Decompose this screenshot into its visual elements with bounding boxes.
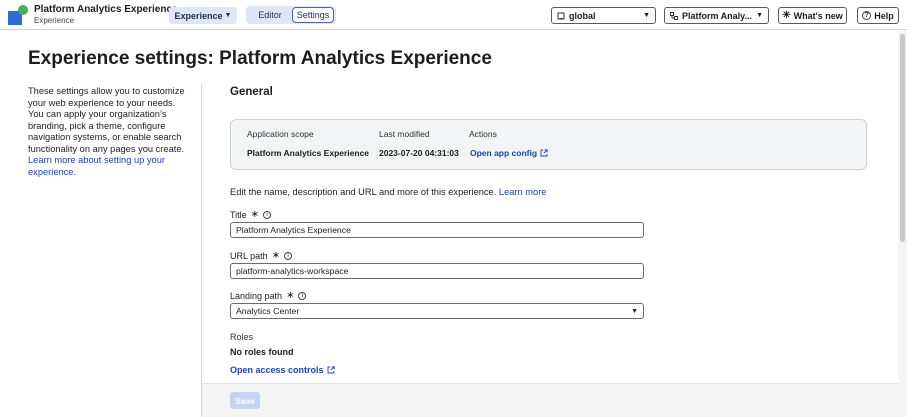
roles-label: Roles [230,332,254,342]
header-last-modified: Last modified [379,129,430,139]
landing-path-value: Analytics Center [236,306,300,316]
tab-editor[interactable]: Editor [250,7,290,23]
landing-path-label-text: Landing path [230,290,283,301]
app-select-value: Platform Analy... [682,10,753,21]
scope-select-value: global [569,10,596,21]
experience-menu-label: Experience [174,10,223,21]
external-link-icon [540,149,548,157]
page-description: These settings allow you to customize yo… [28,86,188,178]
description-text: These settings allow you to customize yo… [28,86,185,154]
edit-learn-more-link[interactable]: Learn more [499,187,547,197]
whats-new-button[interactable]: ✳ What's new [778,7,847,24]
required-icon: ∗ [250,209,260,220]
app-logo-icon [8,5,28,25]
title-label: Title ∗ i [230,209,272,220]
application-scope-value: Platform Analytics Experience [247,148,370,158]
url-path-label-text: URL path [230,250,268,261]
edit-instructions-text: Edit the name, description and URL and m… [230,187,497,197]
landing-path-select[interactable]: Analytics Center ▼ [230,303,644,319]
last-modified-value: 2023-07-20 04:31:03 [379,148,459,158]
help-label: Help [874,10,894,21]
external-link-icon [327,366,335,374]
app-subtitle: Experience [34,16,75,25]
whats-new-label: What's new [793,10,843,21]
url-path-label: URL path ∗ i [230,250,293,261]
app-title: Platform Analytics Experience [34,4,178,15]
title-input[interactable]: Platform Analytics Experience [230,222,644,238]
scope-icon [557,12,565,19]
save-button[interactable]: Save [230,392,260,409]
scrollbar-thumb[interactable] [900,34,905,242]
open-app-config-link[interactable]: Open app config [470,148,548,158]
landing-path-label: Landing path ∗ i [230,290,307,301]
caret-down-icon: ▼ [224,12,232,19]
info-icon[interactable]: i [298,291,307,300]
setup-learn-more-link[interactable]: Learn more about setting up your experie… [28,155,165,177]
page-title: Experience settings: Platform Analytics … [28,48,492,69]
info-icon[interactable]: i [284,251,293,260]
required-icon: ∗ [271,250,281,261]
help-button[interactable]: ? Help [857,7,899,24]
roles-value: No roles found [230,347,294,357]
open-access-controls-label: Open access controls [230,365,324,375]
column-divider [201,84,202,417]
open-access-controls-link[interactable]: Open access controls [230,365,335,375]
title-label-text: Title [230,209,247,220]
header-application-scope: Application scope [247,129,314,139]
app-info-card: Application scope Last modified Actions … [230,119,867,170]
chevron-down-icon: ▼ [643,12,650,19]
tab-settings[interactable]: Settings [292,7,334,23]
info-icon[interactable]: i [263,210,272,219]
required-icon: ∗ [286,290,295,301]
section-title-general: General [230,86,273,98]
sparkle-icon: ✳ [782,10,791,21]
caret-down-icon: ▼ [631,307,638,315]
top-bar: Platform Analytics Experience Experience… [0,0,907,30]
edit-instructions: Edit the name, description and URL and m… [230,187,546,197]
app-icon [670,11,678,20]
chevron-down-icon: ▼ [756,12,763,19]
open-app-config-label: Open app config [470,148,538,158]
scope-select[interactable]: global ▼ [551,7,656,24]
header-actions: Actions [469,129,497,139]
app-select[interactable]: Platform Analy... ▼ [664,7,769,24]
view-tabs: Editor Settings [246,6,336,24]
url-path-input[interactable]: platform-analytics-workspace [230,263,644,279]
footer-bar: Save [202,383,898,417]
experience-menu-button[interactable]: Experience ▼ [169,7,237,24]
help-icon: ? [862,11,872,20]
